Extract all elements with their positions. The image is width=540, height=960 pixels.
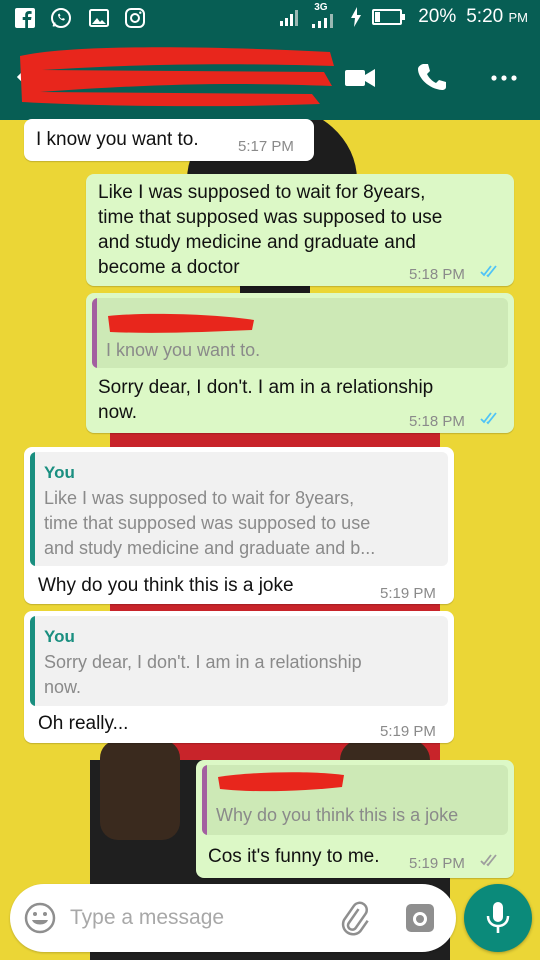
status-bar: 3G 20% 5:20 PM	[0, 0, 540, 36]
clock: 5:20 PM	[466, 6, 528, 28]
quote-author: You	[44, 463, 75, 482]
emoji-icon[interactable]	[22, 900, 58, 936]
signal-icon	[312, 14, 334, 28]
battery-icon	[372, 9, 406, 25]
message-text: Oh really...	[38, 713, 129, 734]
quoted-message[interactable]: You Like I was supposed to wait for 8yea…	[30, 452, 448, 566]
clock-time: 5:20	[466, 6, 504, 27]
message-text: Like I was supposed to wait for 8years, …	[98, 182, 443, 278]
send-voice-button[interactable]	[464, 884, 532, 952]
message-outgoing[interactable]: I know you want to. Sorry dear, I don't.…	[86, 293, 514, 433]
message-time: 5:19 PM	[409, 855, 465, 872]
message-time: 5:18 PM	[409, 266, 465, 283]
battery-percent: 20%	[418, 6, 457, 27]
contact-name-redaction[interactable]	[12, 42, 337, 108]
whatsapp-icon	[51, 8, 71, 28]
message-text: Sorry dear, I don't. I am in a relations…	[98, 377, 434, 423]
quote-text: Why do you think this is a joke	[216, 805, 459, 825]
attachment-icon[interactable]	[336, 900, 372, 936]
more-options-icon[interactable]	[486, 60, 522, 96]
message-outgoing[interactable]: Why do you think this is a joke Cos it's…	[196, 760, 514, 878]
network-type: 3G	[314, 2, 328, 13]
battery-level	[375, 12, 381, 22]
quote-bar	[202, 765, 207, 835]
quote-bar	[30, 616, 35, 706]
quote-bar	[92, 298, 97, 368]
video-call-icon[interactable]	[342, 60, 378, 96]
read-receipt-icon	[480, 265, 497, 278]
quote-author: You	[44, 627, 75, 646]
message-composer	[10, 884, 456, 952]
message-input[interactable]	[70, 898, 320, 938]
message-time: 5:17 PM	[238, 138, 294, 155]
voice-call-icon[interactable]	[414, 60, 450, 96]
message-time: 5:19 PM	[380, 723, 436, 740]
message-time: 5:18 PM	[409, 413, 465, 430]
quote-bar	[30, 452, 35, 566]
message-text: Why do you think this is a joke	[38, 575, 294, 596]
quote-text: I know you want to.	[106, 340, 261, 360]
message-incoming[interactable]: You Sorry dear, I don't. I am in a relat…	[24, 611, 454, 743]
quoted-message[interactable]: I know you want to.	[92, 298, 508, 368]
signal-icon	[280, 10, 299, 26]
read-receipt-icon	[480, 854, 497, 867]
message-outgoing[interactable]: Like I was supposed to wait for 8years, …	[86, 174, 514, 286]
charging-icon	[351, 7, 362, 27]
message-incoming[interactable]: I know you want to. 5:17 PM	[24, 119, 314, 161]
message-text: Cos it's funny to me.	[208, 846, 380, 867]
quote-author-redaction	[108, 313, 254, 333]
quote-author-redaction	[218, 772, 344, 792]
message-incoming[interactable]: You Like I was supposed to wait for 8yea…	[24, 447, 454, 604]
quoted-message[interactable]: You Sorry dear, I don't. I am in a relat…	[30, 616, 448, 706]
microphone-icon	[486, 902, 510, 933]
message-text: I know you want to.	[36, 129, 199, 150]
read-receipt-icon	[480, 412, 497, 425]
instagram-icon	[125, 8, 145, 28]
camera-icon[interactable]	[402, 900, 438, 936]
chat-header	[0, 36, 540, 120]
quoted-message[interactable]: Why do you think this is a joke	[202, 765, 508, 835]
network-signal: 3G	[312, 2, 340, 29]
quote-text: Sorry dear, I don't. I am in a relations…	[44, 652, 362, 697]
gallery-icon	[89, 9, 109, 27]
facebook-icon	[15, 8, 35, 28]
clock-suffix: PM	[508, 10, 529, 25]
quote-text: Like I was supposed to wait for 8years, …	[44, 488, 376, 558]
message-time: 5:19 PM	[380, 585, 436, 602]
